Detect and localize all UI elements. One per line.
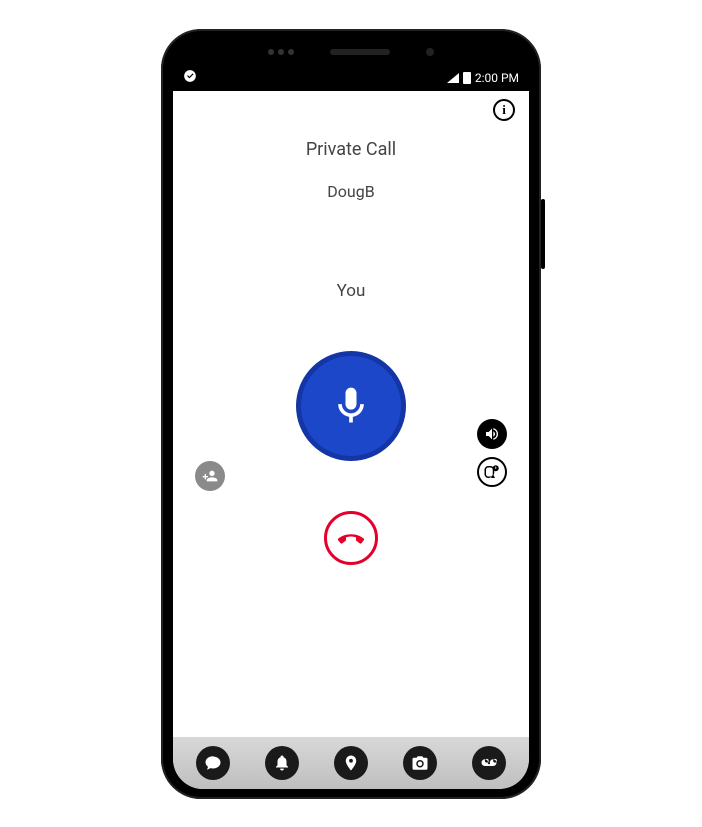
call-record-button[interactable]: [477, 457, 507, 487]
nav-alerts[interactable]: [265, 746, 299, 780]
camera-icon: [411, 754, 429, 772]
sync-icon: [183, 69, 197, 86]
chat-bubble-icon: [204, 754, 222, 772]
call-titles: Private Call DougB You: [173, 121, 529, 301]
call-type-label: Private Call: [173, 139, 529, 160]
speaker-icon: [484, 426, 500, 442]
nav-map[interactable]: [334, 746, 368, 780]
local-caller-label: You: [173, 281, 529, 301]
status-bar: 2:00 PM: [173, 65, 529, 91]
nav-messages[interactable]: [196, 746, 230, 780]
voicemail-icon: [480, 754, 498, 772]
battery-icon: [463, 72, 471, 84]
location-pin-icon: [342, 754, 360, 772]
nav-camera[interactable]: [403, 746, 437, 780]
screen: 2:00 PM i Private Call DougB You: [173, 65, 529, 789]
speaker-button[interactable]: [477, 419, 507, 449]
status-time: 2:00 PM: [475, 71, 519, 85]
info-button[interactable]: i: [493, 99, 515, 121]
nav-voicemail[interactable]: [472, 746, 506, 780]
remote-caller-name: DougB: [173, 182, 529, 201]
call-screen: i Private Call DougB You: [173, 91, 529, 789]
push-to-talk-button[interactable]: [296, 351, 406, 461]
end-call-button[interactable]: [324, 511, 378, 565]
signal-icon: [447, 73, 459, 83]
info-icon: i: [502, 102, 506, 118]
hangup-icon: [336, 523, 366, 553]
record-call-icon: [483, 463, 501, 481]
bell-icon: [273, 754, 291, 772]
bottom-nav: [173, 737, 529, 789]
phone-frame: 2:00 PM i Private Call DougB You: [161, 29, 541, 799]
phone-speaker-row: [173, 39, 529, 65]
call-controls: [173, 301, 529, 737]
microphone-icon: [329, 384, 373, 428]
add-participant-button[interactable]: [195, 461, 225, 491]
add-person-icon: [202, 468, 218, 484]
